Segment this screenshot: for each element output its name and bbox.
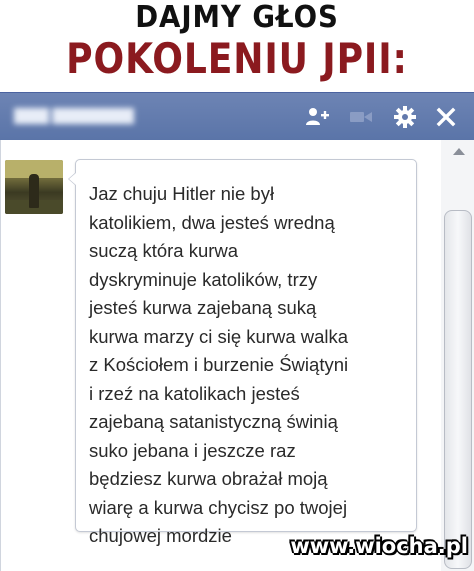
message-line: jesteś kurwa zajebaną suką xyxy=(89,297,317,318)
headline-line-2: POKOLENIU JPII: xyxy=(66,34,408,83)
message-line: zajebaną satanistyczną świnią xyxy=(89,411,338,432)
scroll-thumb[interactable] xyxy=(444,210,472,569)
message-text: Jaz chuju Hitler nie był katolikiem, dwa… xyxy=(89,180,407,551)
gear-icon[interactable] xyxy=(391,103,419,131)
scroll-up-arrow-icon[interactable] xyxy=(453,148,465,155)
sender-avatar[interactable] xyxy=(5,160,63,214)
chat-message-area: Jaz chuju Hitler nie był katolikiem, dwa… xyxy=(0,140,474,571)
headline-line-1: DAJMY GŁOS xyxy=(135,0,339,35)
message-line: i rzeź na katolikach jesteś xyxy=(89,382,300,404)
chat-scrollbar[interactable] xyxy=(441,140,474,571)
video-call-icon[interactable] xyxy=(347,103,375,131)
message-line: katolikiem, dwa jesteś wredną xyxy=(89,211,335,233)
message-line: będziesz kurwa obrażał moją xyxy=(89,468,328,489)
message-line: wiarę a kurwa chycisz po twojej xyxy=(89,496,348,518)
message-line: dyskryminuje katolików, trzy xyxy=(89,268,318,290)
meme-headline: DAJMY GŁOS POKOLENIU JPII: xyxy=(0,0,474,90)
chat-window: ▇▇▇ ▇▇▇▇▇▇▇ Jaz chuju Hitler nie był kat… xyxy=(0,92,474,571)
message-line: z Kościołem i burzenie Świątyni xyxy=(89,354,349,375)
chat-titlebar[interactable]: ▇▇▇ ▇▇▇▇▇▇▇ xyxy=(0,92,474,141)
message-line: kurwa marzy ci się kurwa walka xyxy=(89,325,349,347)
chat-contact-name-blurred[interactable]: ▇▇▇ ▇▇▇▇▇▇▇ xyxy=(14,106,144,126)
message-bubble: Jaz chuju Hitler nie był katolikiem, dwa… xyxy=(68,159,417,546)
add-friend-icon[interactable] xyxy=(303,103,331,131)
close-icon[interactable] xyxy=(432,103,460,131)
site-watermark: www.wiocha.pl xyxy=(290,534,468,558)
message-line: suko jebana i jeszcze raz xyxy=(89,439,296,461)
message-line: suczą która kurwa xyxy=(89,240,239,261)
message-line: Jaz chuju Hitler nie był xyxy=(89,183,275,204)
